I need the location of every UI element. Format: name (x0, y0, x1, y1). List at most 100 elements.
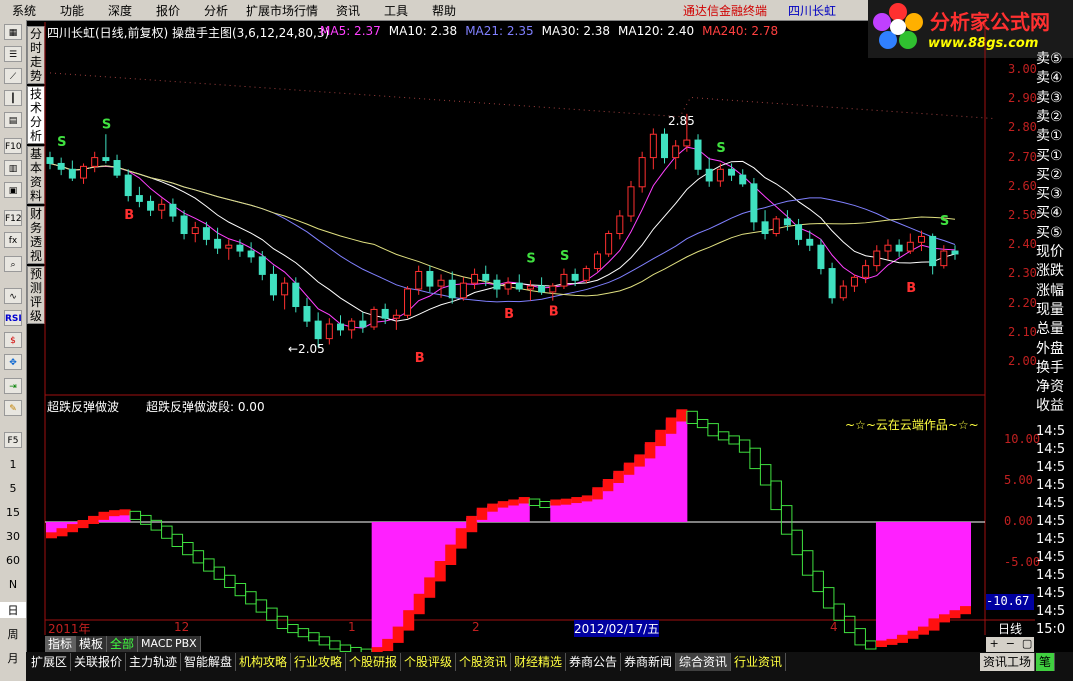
bottom-tab[interactable]: 智能解盘 (181, 653, 237, 671)
quote-label: 涨跌 (1036, 263, 1064, 280)
bottom-tab[interactable]: 行业资讯 (731, 653, 787, 671)
bottom-tab[interactable]: 机构攻略 (236, 653, 292, 671)
sub-bar (665, 419, 677, 522)
candle (716, 168, 724, 182)
candle (135, 195, 143, 202)
candle (515, 282, 523, 290)
bottom-tab[interactable]: 综合资讯 (676, 653, 732, 671)
candle (951, 250, 959, 255)
sub-bar (676, 411, 688, 522)
candle (281, 282, 289, 296)
candle (448, 279, 456, 299)
bottom-tab[interactable]: 个股资讯 (456, 653, 512, 671)
bottom-tab[interactable]: 关联报价 (71, 653, 127, 671)
sub-box-down (833, 603, 845, 621)
sub-bar (382, 522, 394, 641)
sub-box-up (602, 479, 614, 492)
sub-bar (434, 522, 446, 563)
sub-box-up (634, 454, 646, 467)
quote-label: 现价 (1036, 244, 1064, 260)
sell-signal: S (526, 252, 535, 267)
candle (91, 157, 99, 167)
sub-box-up (466, 515, 478, 533)
sub-box-down (812, 570, 824, 593)
sub-box-down (843, 615, 856, 634)
sub-box-down (276, 615, 289, 629)
candle (828, 268, 836, 299)
pen-button[interactable]: 笔 (1036, 653, 1056, 671)
candle (593, 253, 601, 270)
ind-tab-pbx[interactable]: PBX (172, 636, 201, 652)
candle (314, 320, 322, 340)
sub-box-down (822, 587, 835, 609)
quote-label: 买① (1036, 147, 1063, 164)
ind-tab-all[interactable]: 全部 (107, 636, 139, 652)
quote-label: 收益 (1036, 398, 1064, 415)
candle (728, 168, 736, 176)
candle (873, 250, 881, 267)
ma-label-2: MA21: 2.35 (465, 24, 534, 38)
period-label[interactable]: 日线 (998, 620, 1022, 637)
sub-box-down (780, 505, 793, 535)
chart-canvas[interactable]: S S S S S S B B B B B 2.85 ←2.05 (0, 0, 1073, 681)
bottom-tab[interactable]: 个股研报 (346, 653, 402, 671)
sub-bar (413, 522, 425, 596)
sub-box-up (655, 429, 667, 447)
ind-tab-indicator[interactable]: 指标 (45, 636, 77, 652)
chart-title: 四川长虹(日线,前复权) 操盘手主图(3,6,12,24,80,3) (47, 26, 330, 40)
ind-tab-template[interactable]: 模板 (76, 636, 108, 652)
candle (381, 308, 389, 319)
candle (862, 265, 870, 278)
candle (672, 145, 680, 159)
sub-box-down (224, 574, 236, 588)
bottom-tab[interactable]: 扩展区 (28, 653, 72, 671)
candle (102, 157, 110, 162)
sub-bar (445, 522, 457, 547)
candle (124, 174, 132, 197)
bottom-tab[interactable]: 券商新闻 (621, 653, 677, 671)
sub-box-down (791, 529, 803, 556)
sub-box-down (287, 624, 299, 634)
time-label: 14:5 (1036, 604, 1066, 619)
sub-box-up (613, 470, 625, 483)
bottom-tab[interactable]: 行业攻略 (291, 653, 347, 671)
bottom-tab[interactable]: 券商公告 (566, 653, 622, 671)
sub-box-down (864, 640, 877, 650)
quote-label: 换手 (1036, 359, 1064, 376)
price-tick: 2.90 (1008, 91, 1037, 106)
sub-bar (886, 522, 898, 641)
candle (493, 279, 501, 290)
sub-box-up (476, 507, 488, 520)
candle (269, 273, 277, 296)
sub-box-up (424, 577, 436, 598)
zoom-controls[interactable]: + − ▢ (986, 637, 1034, 652)
time-label: 14:5 (1036, 568, 1066, 583)
quote-label: 买⑤ (1036, 224, 1063, 241)
sub-box-up (497, 501, 509, 508)
ma-label-3: MA30: 2.38 (541, 24, 611, 38)
candle (571, 273, 579, 281)
candle (750, 183, 758, 223)
sub-box-up (46, 532, 58, 539)
info-workshop-button[interactable]: 资讯工场 (980, 653, 1036, 671)
price-tick: 2.00 (1008, 354, 1037, 368)
candle (929, 235, 937, 267)
bottom-tab[interactable]: 主力轨迹 (126, 653, 182, 671)
ma-label-5: MA240: 2.78 (702, 24, 779, 38)
bottom-tab[interactable]: 财经精选 (511, 653, 567, 671)
candle (471, 273, 479, 284)
sell-signal: S (940, 214, 949, 229)
sub-box-down (539, 501, 551, 508)
candle (404, 288, 412, 316)
price-tick: 3.00 (1008, 62, 1037, 76)
bottom-tab[interactable]: 个股评级 (401, 653, 457, 671)
candle (158, 203, 166, 211)
watermark: ~☆~云在云端作品~☆~ (845, 418, 979, 432)
sub-bar (949, 522, 961, 613)
sub-box-down (171, 533, 184, 547)
candle (906, 241, 914, 252)
candle (806, 238, 814, 246)
candle (392, 314, 400, 319)
quote-label: 现量 (1036, 301, 1064, 318)
price-tick: 2.20 (1008, 295, 1037, 310)
